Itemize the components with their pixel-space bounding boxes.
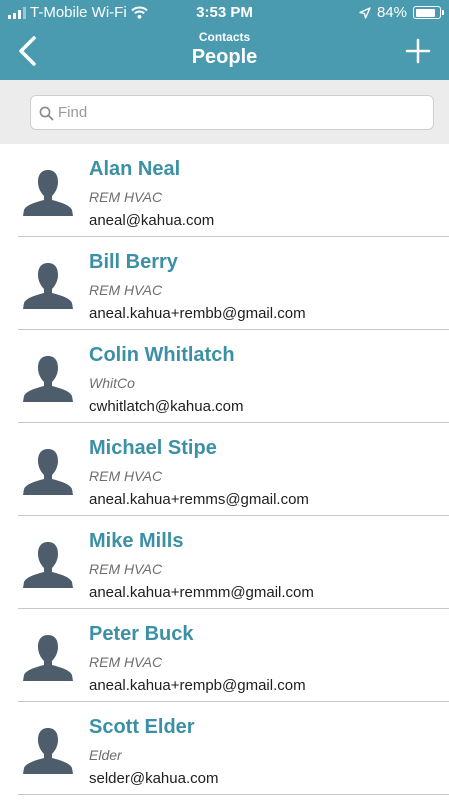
search-input[interactable] xyxy=(58,96,418,129)
top-bar: T-Mobile Wi-Fi 3:53 PM 84% Contacts Peop… xyxy=(0,0,449,80)
contact-company: REM HVAC xyxy=(89,282,163,298)
contact-company: REM HVAC xyxy=(89,189,163,205)
person-icon xyxy=(23,728,73,774)
contact-email: aneal.kahua+rempb@gmail.com xyxy=(89,677,306,694)
contact-company: REM HVAC xyxy=(89,561,163,577)
contact-email: selder@kahua.com xyxy=(89,770,219,787)
contact-email: aneal.kahua+rembb@gmail.com xyxy=(89,305,306,322)
battery-percent: 84% xyxy=(376,4,407,21)
contact-name: Mike Mills xyxy=(89,530,184,552)
contact-row[interactable]: Michael Stipe REM HVAC aneal.kahua+remms… xyxy=(18,423,449,516)
contact-row[interactable]: Peter Buck REM HVAC aneal.kahua+rempb@gm… xyxy=(18,609,449,702)
person-icon xyxy=(23,542,73,588)
contact-company: WhitCo xyxy=(89,375,135,391)
contact-row[interactable]: Alan Neal REM HVAC aneal@kahua.com xyxy=(18,144,449,237)
contact-company: REM HVAC xyxy=(89,468,163,484)
add-contact-button[interactable] xyxy=(403,36,433,66)
contact-row[interactable]: Mike Mills REM HVAC aneal.kahua+remmm@gm… xyxy=(18,516,449,609)
contact-company: Elder xyxy=(89,747,122,763)
contact-row[interactable]: Colin Whitlatch WhitCo cwhitlatch@kahua.… xyxy=(18,330,449,423)
search-bar xyxy=(0,80,449,144)
contact-email: cwhitlatch@kahua.com xyxy=(89,398,244,415)
battery-icon xyxy=(413,6,444,19)
contact-name: Peter Buck xyxy=(89,623,194,645)
contact-row[interactable]: Scott Elder Elder selder@kahua.com xyxy=(18,702,449,795)
person-icon xyxy=(23,635,73,681)
contact-name: Colin Whitlatch xyxy=(89,344,235,366)
battery-fill xyxy=(415,8,435,17)
page-title: People xyxy=(191,46,258,68)
contact-row[interactable]: Bill Berry REM HVAC aneal.kahua+rembb@gm… xyxy=(18,237,449,330)
contact-name: Alan Neal xyxy=(89,158,181,180)
contact-name: Scott Elder xyxy=(89,716,195,738)
search-box[interactable] xyxy=(30,95,434,130)
contact-company: REM HVAC xyxy=(89,654,163,670)
contact-email: aneal.kahua+remmm@gmail.com xyxy=(89,584,314,601)
contact-list: Alan Neal REM HVAC aneal@kahua.com Bill … xyxy=(0,144,449,795)
contact-email: aneal@kahua.com xyxy=(89,212,215,229)
search-icon xyxy=(39,106,54,121)
contact-name: Michael Stipe xyxy=(89,437,217,459)
person-icon xyxy=(23,449,73,495)
person-icon xyxy=(23,170,73,216)
contact-email: aneal.kahua+remms@gmail.com xyxy=(89,491,309,508)
person-icon xyxy=(23,263,73,309)
contact-name: Bill Berry xyxy=(89,251,178,273)
status-bar: T-Mobile Wi-Fi 3:53 PM 84% xyxy=(0,0,449,26)
person-icon xyxy=(23,356,73,402)
nav-subtitle: Contacts xyxy=(198,30,251,44)
location-arrow-icon xyxy=(359,6,371,19)
plus-icon xyxy=(405,38,431,64)
